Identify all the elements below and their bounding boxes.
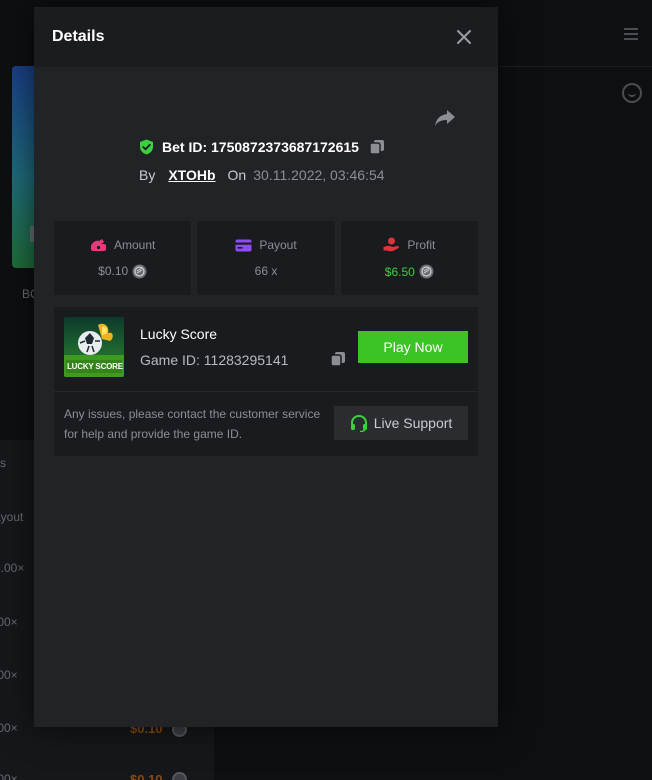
game-thumbnail[interactable]: LUCKY SCORE [64, 317, 124, 377]
bet-id-row: Bet ID: 1750872373687172615 [139, 139, 385, 155]
game-name: Lucky Score [140, 326, 218, 342]
details-modal: Details Bet ID: 1750872373687172615 By X… [34, 7, 498, 727]
support-notice: Any issues, please contact the customer … [64, 407, 321, 441]
stat-label: Payout [259, 238, 297, 252]
play-now-button[interactable]: Play Now [358, 331, 468, 363]
modal-title: Details [52, 28, 105, 45]
background-text: rs [0, 456, 6, 470]
bet-stats: Amount $0.10 Payout 66 x Profit $6.50 [54, 221, 478, 295]
background-text: .00× [0, 615, 18, 629]
stat-profit: Profit $6.50 [340, 221, 478, 295]
stat-value: $0.10 [98, 264, 129, 278]
close-button[interactable] [454, 27, 474, 47]
bet-id: Bet ID: 1750872373687172615 [162, 139, 359, 155]
headset-icon [350, 414, 367, 432]
menu-icon [624, 28, 638, 43]
modal-header: Details [34, 7, 498, 67]
live-support-label: Live Support [373, 415, 453, 431]
game-id: Game ID: 11283295141 [140, 352, 289, 368]
share-icon [435, 110, 455, 126]
share-button[interactable] [434, 109, 458, 129]
stat-label: Profit [407, 237, 436, 252]
stat-payout: Payout 66 x [197, 221, 335, 295]
bet-date: 30.11.2022, 03:46:54 [253, 167, 385, 183]
coin-icon [132, 264, 147, 278]
background-divider [498, 66, 652, 67]
game-card: LUCKY SCORE Lucky Score Game ID: 1128329… [54, 307, 478, 456]
card-divider [54, 391, 478, 392]
background-text: 6.00× [0, 561, 25, 575]
coin-icon [172, 772, 187, 780]
close-icon [457, 30, 471, 44]
hand-coin-icon [383, 237, 400, 252]
username-link[interactable]: XTOHb [168, 167, 215, 183]
by-label: By [139, 167, 156, 183]
coin-icon [419, 264, 434, 279]
verified-shield-icon [140, 139, 153, 155]
stat-value: 66 x [254, 264, 278, 278]
background-text: .00× [0, 668, 18, 682]
copy-icon[interactable] [369, 139, 385, 155]
on-label: On [227, 167, 247, 183]
money-icon [90, 238, 106, 251]
bet-meta-row: By XTOHb On 30.11.2022, 03:46:54 [139, 167, 385, 183]
stat-amount: Amount $0.10 [54, 221, 192, 295]
copy-game-id-icon[interactable] [330, 351, 346, 367]
game-thumbnail-label: LUCKY SCORE [67, 362, 123, 371]
background-amount: $0.10 [130, 772, 163, 780]
stat-label: Amount [113, 237, 156, 252]
card-icon [235, 239, 252, 251]
background-text: .00× [0, 772, 18, 780]
live-support-button[interactable]: Live Support [334, 406, 468, 440]
smiley-icon [622, 83, 642, 103]
background-text: ayout [0, 510, 24, 524]
stat-value: $6.50 [384, 264, 415, 279]
background-text: .00× [0, 721, 18, 735]
